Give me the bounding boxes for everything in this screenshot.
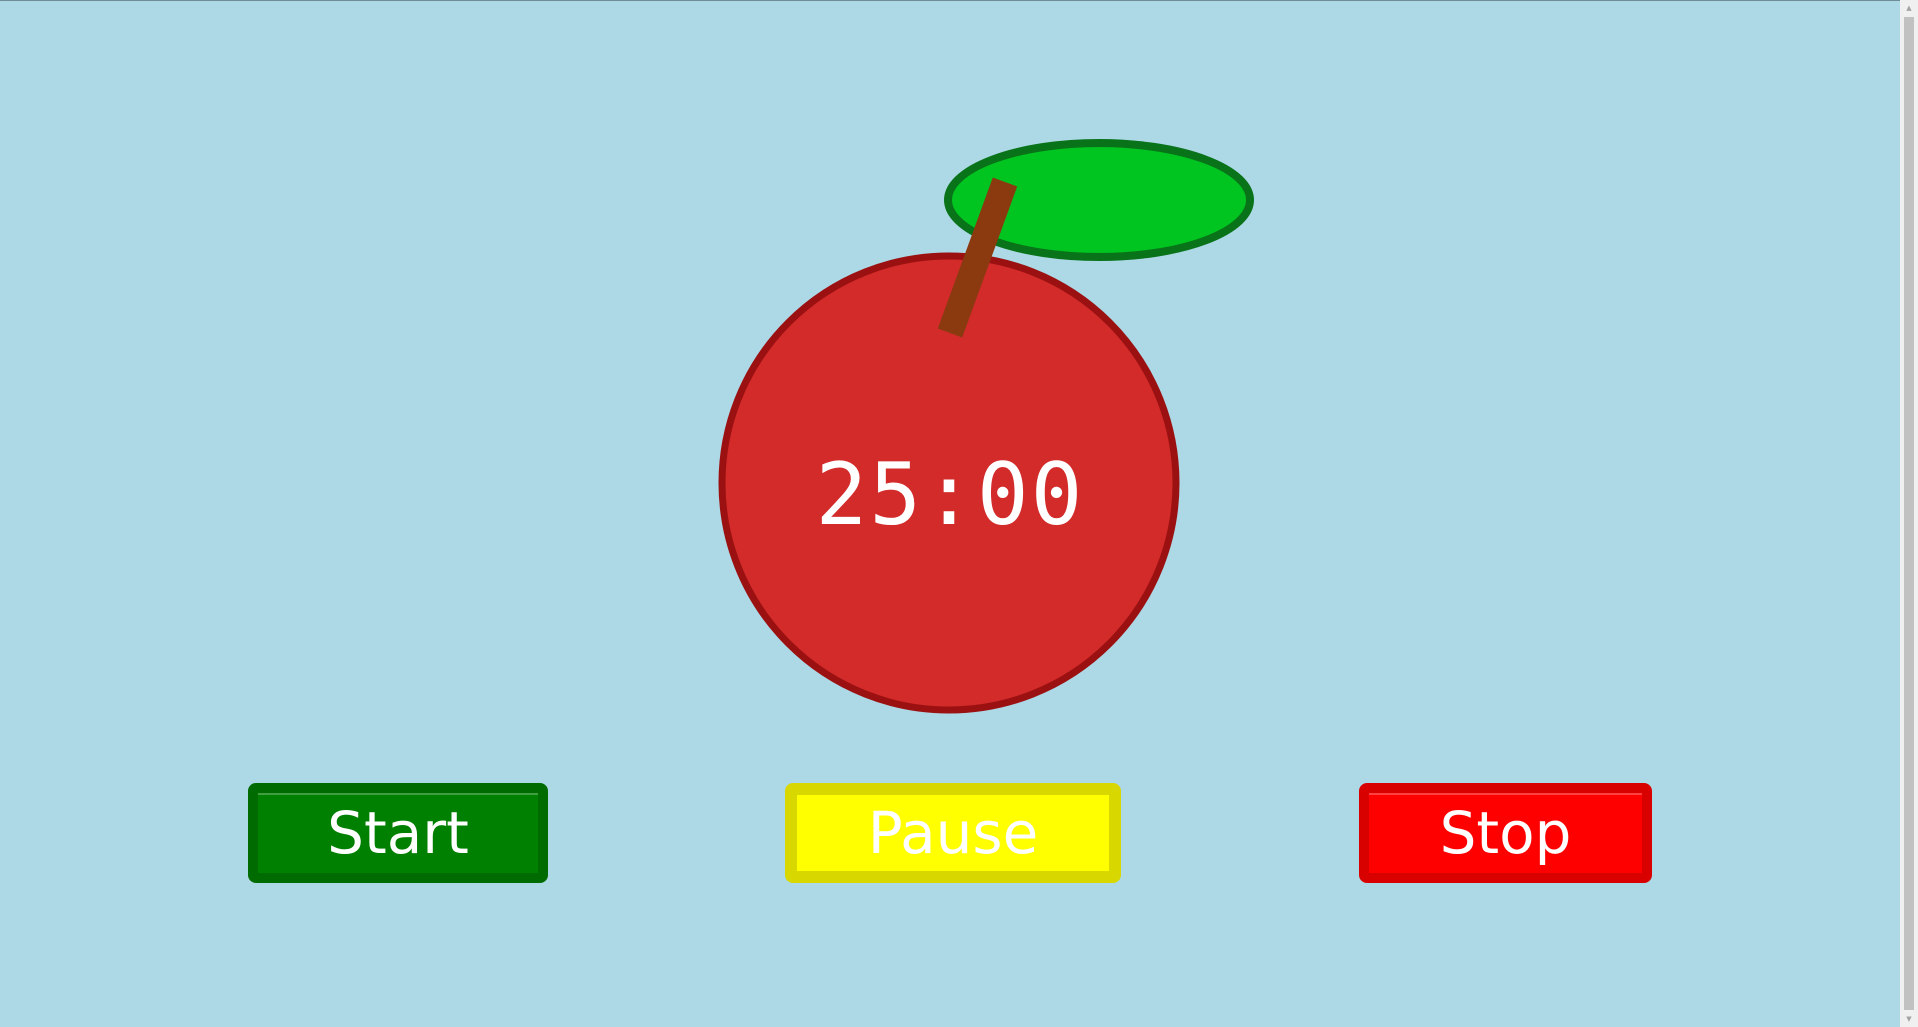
stop-button-label: Stop — [1439, 799, 1572, 867]
scroll-up-icon[interactable]: ▲ — [1900, 0, 1918, 16]
start-button-label: Start — [327, 799, 469, 867]
stop-button[interactable]: Stop — [1359, 783, 1652, 883]
stop-button-highlight — [1369, 793, 1642, 795]
scroll-down-icon[interactable]: ▼ — [1900, 1011, 1918, 1027]
start-button[interactable]: Start — [248, 783, 548, 883]
scroll-thumb[interactable] — [1904, 17, 1914, 1010]
pause-button[interactable]: Pause — [785, 783, 1121, 883]
start-button-highlight — [258, 793, 538, 795]
pomodoro-page: 25:00 Start Pause Stop ▲ ▼ — [0, 0, 1918, 1027]
timer-display: 25:00 — [815, 445, 1085, 545]
vertical-scrollbar[interactable]: ▲ ▼ — [1900, 0, 1918, 1027]
pause-button-label: Pause — [867, 799, 1039, 867]
